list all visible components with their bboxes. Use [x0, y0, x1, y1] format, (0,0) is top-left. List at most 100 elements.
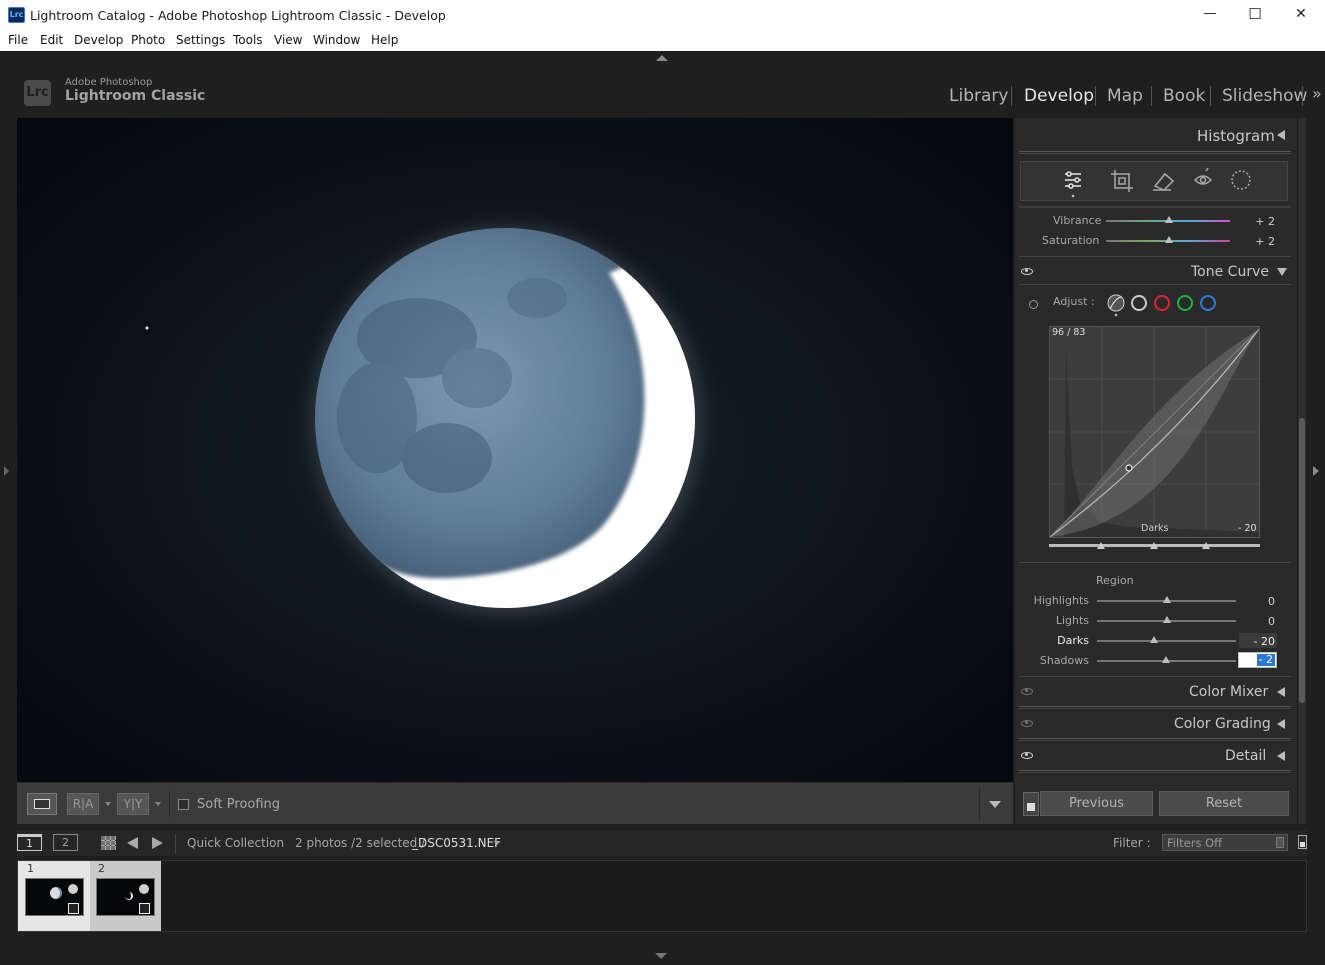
filename-menu-icon[interactable]	[494, 841, 500, 845]
menu-file[interactable]: File	[8, 33, 28, 47]
brand-line2: Lightroom Classic	[65, 88, 206, 104]
highlights-value[interactable]: 0	[1245, 595, 1275, 608]
detail-eye-icon[interactable]	[1021, 752, 1033, 759]
detail-header[interactable]: Detail	[1225, 748, 1266, 764]
split-thumb-2[interactable]	[1150, 542, 1158, 549]
module-book[interactable]: Book	[1163, 86, 1205, 106]
darks-slider[interactable]	[1097, 640, 1236, 642]
lights-value[interactable]: 0	[1245, 615, 1275, 628]
histogram-header[interactable]: Histogram	[1197, 127, 1275, 145]
lights-thumb[interactable]	[1163, 616, 1171, 623]
tone-curve-expand-icon[interactable]	[1277, 268, 1287, 276]
darks-value[interactable]: - 20	[1245, 635, 1275, 648]
top-panel-toggle-icon[interactable]	[656, 55, 668, 61]
right-panel: Histogram Vibrance + 2 Saturation + 2 To…	[1015, 118, 1297, 824]
before-after-ra-button[interactable]: R|A	[67, 793, 99, 815]
menu-tools[interactable]: Tools	[233, 33, 263, 47]
target-adjust-icon[interactable]	[1029, 300, 1038, 309]
toolbar-menu-icon[interactable]	[989, 801, 1001, 808]
grid-view-icon[interactable]	[101, 836, 116, 850]
filter-value: Filters Off	[1167, 836, 1223, 850]
region-header: Region	[1096, 574, 1134, 587]
saturation-label: Saturation	[1042, 234, 1100, 247]
filmstrip-thumb-2[interactable]: 2	[90, 861, 161, 931]
highlights-thumb[interactable]	[1163, 596, 1171, 603]
tool-strip	[1020, 161, 1288, 201]
filmstrip-thumb-1[interactable]: 1	[18, 861, 90, 931]
mask-icon	[1231, 170, 1251, 190]
curve-svg	[1049, 327, 1260, 538]
filter-lock-button[interactable]	[1298, 835, 1307, 849]
menu-edit[interactable]: Edit	[40, 33, 63, 47]
darks-thumb[interactable]	[1150, 636, 1158, 643]
modules-more-icon[interactable]: »	[1312, 84, 1322, 103]
shadows-value[interactable]: - 2	[1259, 653, 1273, 666]
histogram-collapse-icon[interactable]	[1277, 130, 1285, 140]
menu-view[interactable]: View	[274, 33, 302, 47]
red-channel-icon	[1154, 295, 1170, 311]
vibrance-value[interactable]: + 2	[1245, 215, 1275, 228]
left-panel-toggle-icon[interactable]	[4, 466, 9, 476]
filter-select[interactable]: Filters Off	[1162, 834, 1288, 851]
blue-channel-icon	[1200, 295, 1216, 311]
soft-proofing-checkbox[interactable]	[178, 799, 189, 810]
thumb-1-index: 1	[27, 862, 34, 875]
tone-curve-graph[interactable]: 96 / 83 Darks - 20	[1049, 326, 1260, 538]
filter-label: Filter :	[1113, 836, 1151, 850]
module-map[interactable]: Map	[1107, 86, 1143, 106]
yy-menu-icon[interactable]	[155, 802, 161, 806]
module-slideshow[interactable]: Slideshow	[1222, 86, 1307, 106]
tone-curve-eye-icon[interactable]	[1021, 268, 1033, 275]
split-thumb-3[interactable]	[1202, 542, 1210, 549]
loupe-view-button[interactable]	[27, 793, 57, 815]
current-filename[interactable]: _DSC0531.NEF	[412, 836, 501, 850]
split-thumb-1[interactable]	[1097, 542, 1105, 549]
previous-button[interactable]: Previous	[1040, 791, 1153, 816]
module-develop[interactable]: Develop	[1024, 86, 1094, 106]
tone-curve-header[interactable]: Tone Curve	[1191, 264, 1269, 280]
reset-button[interactable]: Reset	[1159, 791, 1289, 816]
color-mixer-eye-icon[interactable]	[1021, 688, 1033, 695]
right-panel-toggle-icon[interactable]	[1313, 466, 1319, 476]
detail-expand-icon[interactable]	[1277, 751, 1285, 761]
color-grading-eye-icon[interactable]	[1021, 720, 1033, 727]
menu-develop[interactable]: Develop	[74, 33, 123, 47]
thumb-1-badge-icon	[68, 903, 79, 914]
color-grading-expand-icon[interactable]	[1277, 719, 1285, 729]
saturation-value[interactable]: + 2	[1245, 235, 1275, 248]
shadows-value-field[interactable]: - 2	[1238, 652, 1277, 668]
forward-arrow-icon[interactable]	[152, 837, 163, 849]
ra-menu-icon[interactable]	[105, 802, 111, 806]
menu-help[interactable]: Help	[371, 33, 398, 47]
tool-icons	[1065, 167, 1251, 198]
menu-settings[interactable]: Settings	[176, 33, 225, 47]
color-mixer-expand-icon[interactable]	[1277, 687, 1285, 697]
photo-viewer[interactable]	[17, 118, 1013, 782]
thumb-2-index: 2	[98, 862, 105, 875]
source-label[interactable]: Quick Collection	[187, 836, 284, 850]
menu-photo[interactable]: Photo	[131, 33, 165, 47]
vibrance-thumb[interactable]	[1165, 216, 1173, 223]
color-mixer-header[interactable]: Color Mixer	[1189, 684, 1268, 700]
menu-window[interactable]: Window	[313, 33, 360, 47]
view-2-button[interactable]: 2	[53, 834, 78, 851]
lrc-logo: Lrc	[24, 80, 51, 106]
color-grading-header[interactable]: Color Grading	[1174, 716, 1271, 732]
minimize-button[interactable]: —	[1200, 6, 1220, 21]
filmstrip-toggle-icon[interactable]	[655, 953, 667, 959]
green-channel-icon	[1177, 295, 1193, 311]
back-arrow-icon[interactable]	[127, 837, 138, 849]
saturation-thumb[interactable]	[1165, 236, 1173, 243]
view-1-button[interactable]: 1	[17, 834, 42, 851]
maximize-button[interactable]: ☐	[1245, 5, 1265, 23]
shadows-thumb[interactable]	[1162, 656, 1170, 663]
right-panel-scrollbar[interactable]	[1298, 118, 1306, 824]
filmstrip-bar: 1 2 Quick Collection 2 photos /2 selecte…	[17, 830, 1307, 856]
adjust-label: Adjust :	[1053, 295, 1095, 308]
before-after-yy-button[interactable]: Y|Y	[117, 793, 149, 815]
panel-switch-button[interactable]	[1023, 792, 1039, 816]
crop-icon	[1111, 170, 1133, 192]
curve-region-name: Darks	[1141, 523, 1169, 534]
close-button[interactable]: ✕	[1291, 6, 1311, 22]
module-library[interactable]: Library	[949, 86, 1008, 106]
